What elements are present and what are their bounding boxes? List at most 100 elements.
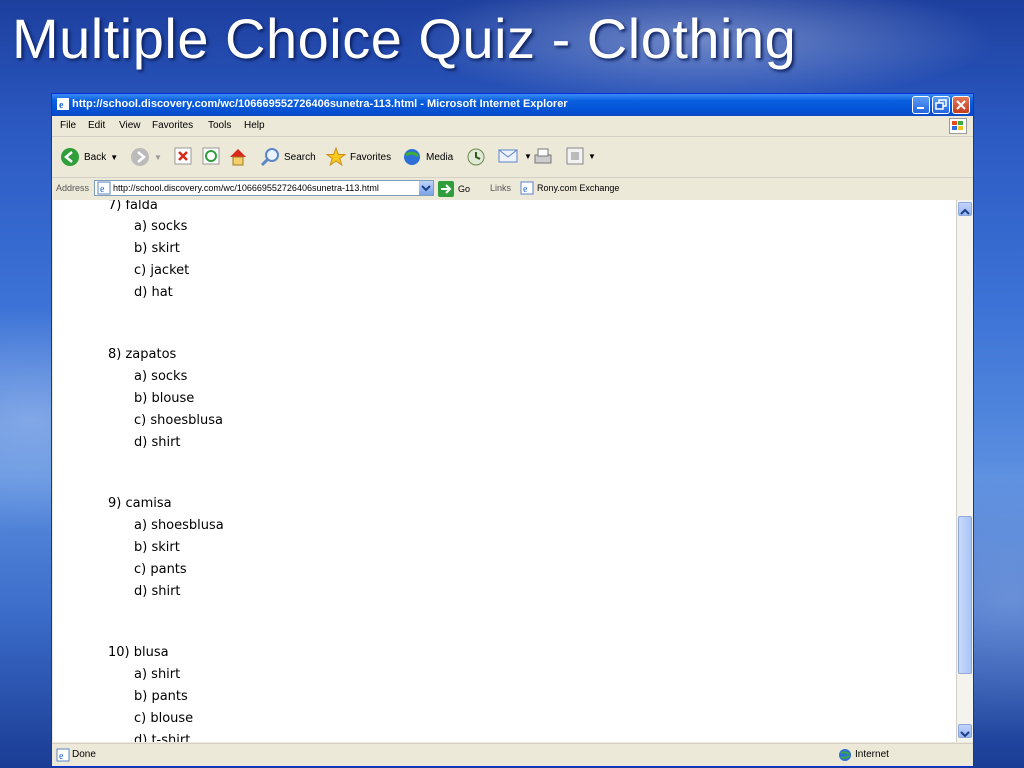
title-bar[interactable]: e http://school.discovery.com/wc/1066695…: [52, 94, 973, 116]
close-button[interactable]: [952, 96, 970, 114]
slide-title: Multiple Choice Quiz - Clothing: [12, 7, 797, 70]
favorites-label: Favorites: [350, 151, 392, 163]
address-label: Address: [56, 183, 90, 193]
menu-edit[interactable]: Edit: [88, 120, 105, 131]
option: c) blouse: [134, 711, 194, 726]
vertical-scrollbar[interactable]: [956, 200, 973, 742]
menu-favorites[interactable]: Favorites: [152, 120, 193, 131]
page-content: 7) falda a) socks b) skirt c) jacket d) …: [53, 200, 956, 742]
svg-text:e: e: [59, 100, 64, 111]
edit-button[interactable]: ▼: [566, 147, 596, 165]
menu-bar: File Edit View Favorites Tools Help: [52, 116, 973, 137]
history-icon: [467, 148, 485, 166]
chevron-up-icon: [960, 208, 970, 215]
link-label: Rony.com Exchange: [537, 183, 620, 193]
go-label: Go: [458, 184, 471, 194]
svg-text:e: e: [100, 184, 105, 195]
zone-label: Internet: [855, 749, 889, 760]
media-icon: [404, 149, 420, 165]
toolbar: Back ▼ ▼ Search Favorites Media ▼ ▼: [52, 137, 973, 178]
media-button[interactable]: Media: [402, 147, 453, 167]
search-icon: [260, 148, 279, 167]
option: a) shirt: [134, 667, 181, 682]
media-label: Media: [426, 151, 454, 163]
search-label: Search: [284, 151, 316, 163]
address-bar: Address e http://school.discovery.com/wc…: [52, 178, 973, 200]
page-icon: e: [97, 181, 111, 195]
status-text: Done: [72, 749, 96, 760]
option: d) shirt: [134, 584, 181, 599]
back-button[interactable]: Back ▼: [60, 147, 118, 167]
option: b) skirt: [134, 241, 180, 256]
refresh-button[interactable]: [202, 147, 220, 165]
chevron-down-icon: [960, 731, 970, 738]
back-label: Back: [84, 151, 107, 163]
page-icon: e: [520, 181, 534, 195]
menu-tools[interactable]: Tools: [208, 120, 231, 131]
address-input[interactable]: e http://school.discovery.com/wc/1066695…: [94, 180, 434, 196]
menu-view[interactable]: View: [119, 120, 141, 131]
history-button[interactable]: [466, 147, 486, 167]
internet-globe-icon: [839, 749, 851, 761]
back-dropdown-icon[interactable]: ▼: [110, 153, 118, 162]
ie-page-icon: e: [57, 98, 69, 111]
minimize-button[interactable]: [912, 96, 930, 114]
svg-text:e: e: [59, 751, 64, 762]
mail-icon: [498, 149, 518, 163]
status-bar: e Done Internet: [52, 743, 973, 766]
option: c) jacket: [134, 263, 190, 278]
option: a) socks: [134, 369, 188, 384]
forward-button[interactable]: ▼: [130, 147, 162, 167]
scroll-thumb[interactable]: [958, 516, 972, 674]
edit-dropdown-icon[interactable]: ▼: [588, 152, 596, 161]
restore-icon: [935, 99, 947, 110]
svg-text:e: e: [523, 184, 528, 195]
mail-dropdown-icon[interactable]: ▼: [524, 152, 532, 161]
address-url: http://school.discovery.com/wc/106669552…: [113, 183, 379, 193]
stop-button[interactable]: [174, 147, 192, 165]
option: b) skirt: [134, 540, 180, 555]
question-10: 10) blusa: [108, 645, 169, 660]
link-rony-exchange[interactable]: e Rony.com Exchange: [520, 181, 619, 195]
scroll-down-button[interactable]: [958, 724, 972, 738]
favorites-star-icon: [326, 147, 346, 167]
favorites-button[interactable]: Favorites: [326, 147, 391, 167]
option: b) blouse: [134, 391, 195, 406]
browser-window: e http://school.discovery.com/wc/1066695…: [52, 94, 973, 766]
windows-logo-icon: [949, 118, 967, 134]
option: b) pants: [134, 689, 188, 704]
option: d) t-shirt: [134, 733, 191, 742]
print-icon: [534, 148, 552, 164]
search-button[interactable]: Search: [260, 147, 316, 167]
stop-icon: [174, 147, 192, 165]
home-button[interactable]: [228, 147, 248, 167]
print-button[interactable]: [532, 147, 554, 167]
option: a) shoesblusa: [134, 518, 224, 533]
go-arrow-icon: [438, 181, 454, 197]
question-7: 7) falda: [108, 200, 158, 213]
home-icon: [230, 149, 246, 166]
mail-button[interactable]: ▼: [498, 147, 532, 165]
forward-arrow-icon: [131, 148, 149, 166]
scroll-up-button[interactable]: [958, 202, 972, 216]
address-dropdown-button[interactable]: [419, 181, 433, 195]
restore-button[interactable]: [932, 96, 950, 114]
option: d) shirt: [134, 435, 181, 450]
forward-dropdown-icon[interactable]: ▼: [154, 153, 162, 162]
option: d) hat: [134, 285, 173, 300]
back-arrow-icon: [61, 148, 79, 166]
window-title: http://school.discovery.com/wc/106669552…: [72, 98, 568, 110]
links-label[interactable]: Links: [490, 183, 511, 193]
option: c) pants: [134, 562, 187, 577]
chevron-down-icon: [421, 185, 431, 192]
option: a) socks: [134, 219, 188, 234]
question-9: 9) camisa: [108, 496, 172, 511]
menu-file[interactable]: File: [60, 120, 76, 131]
menu-help[interactable]: Help: [244, 120, 265, 131]
refresh-icon: [202, 147, 220, 165]
page-done-icon: e: [56, 748, 70, 762]
close-icon: [956, 100, 966, 110]
option: c) shoesblusa: [134, 413, 223, 428]
edit-page-icon: [566, 147, 584, 165]
go-button[interactable]: Go: [438, 181, 470, 197]
